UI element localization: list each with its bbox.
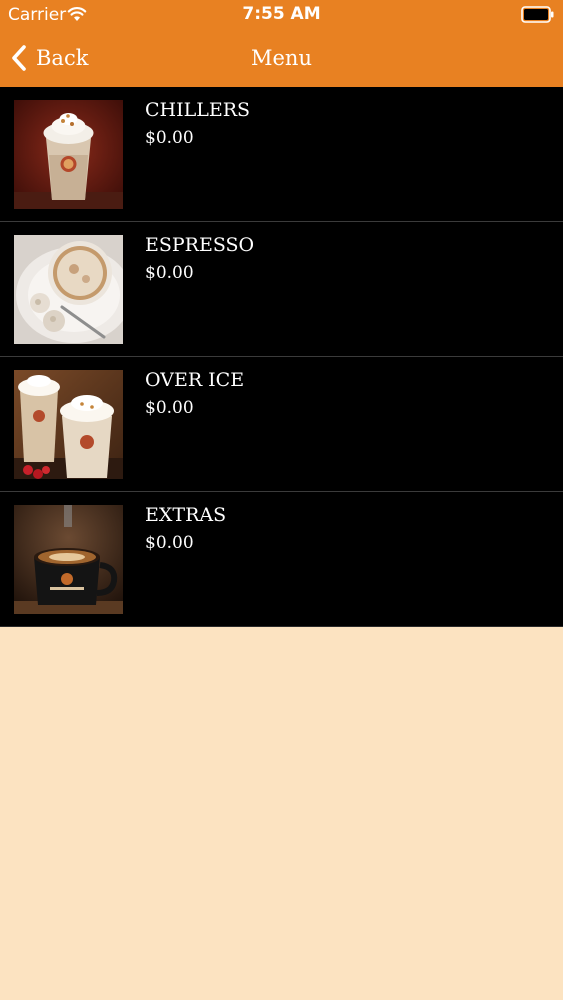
coffee-mug-photo [14, 505, 123, 614]
menu-item-extras[interactable]: EXTRAS $0.00 [0, 492, 563, 627]
battery-icon [521, 6, 554, 23]
chevron-left-icon [12, 45, 26, 71]
menu-item-price: $0.00 [145, 263, 194, 283]
cappuccino-cup-photo [14, 235, 123, 344]
menu-item-over-ice[interactable]: OVER ICE $0.00 [0, 357, 563, 492]
navigation-bar: Back Menu [0, 30, 563, 87]
status-bar: Carrier 7:55 AM [0, 0, 563, 30]
back-label: Back [36, 46, 89, 70]
menu-item-price: $0.00 [145, 533, 194, 553]
menu-item-name: ESPRESSO [145, 234, 255, 256]
status-time: 7:55 AM [242, 4, 321, 24]
menu-item-price: $0.00 [145, 398, 194, 418]
menu-item-name: CHILLERS [145, 99, 251, 121]
header: Carrier 7:55 AM Back Menu [0, 0, 563, 87]
iced-coffee-cups-photo [14, 370, 123, 479]
menu-item-name: OVER ICE [145, 369, 245, 391]
menu-item-name: EXTRAS [145, 504, 227, 526]
menu-item-espresso[interactable]: ESPRESSO $0.00 [0, 222, 563, 357]
app-screen: Carrier 7:55 AM Back Menu CHILLERS $0.00… [0, 0, 563, 1000]
menu-item-chillers[interactable]: CHILLERS $0.00 [0, 87, 563, 222]
menu-item-price: $0.00 [145, 128, 194, 148]
back-button[interactable]: Back [10, 40, 88, 76]
iced-blended-drink-photo [14, 100, 123, 209]
menu-list: CHILLERS $0.00 ESPRESSO $0.00 OVER ICE $… [0, 87, 563, 627]
